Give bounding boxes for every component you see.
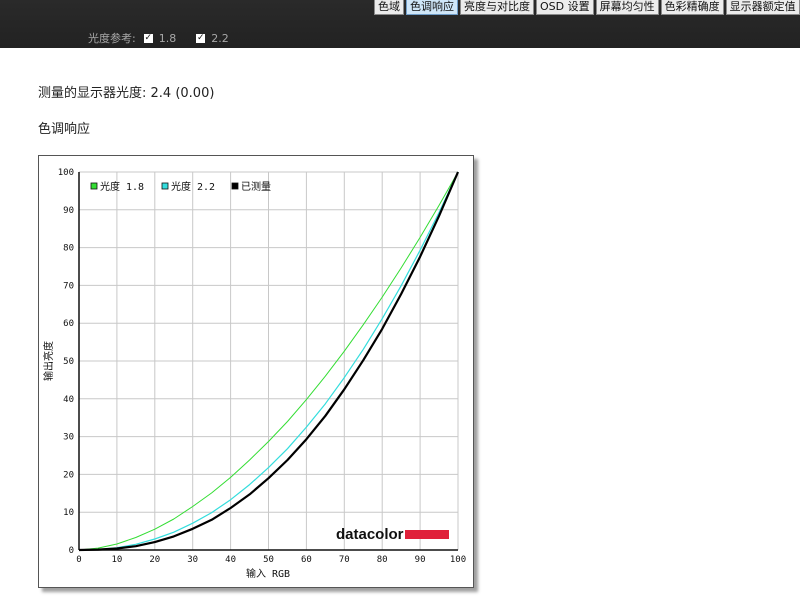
gamma-1-8-checkbox[interactable]: ✓ — [143, 33, 153, 43]
y-tick-label: 40 — [63, 395, 74, 405]
gamma-reference-row: 光度参考: ✓ 1.8 ✓ 2.2 — [88, 30, 229, 46]
legend-label-1: 光度 2.2 — [171, 180, 215, 193]
datacolor-logo: datacolor — [336, 526, 449, 543]
gamma-1-8-label: 1.8 — [158, 31, 177, 45]
x-tick-label: 10 — [111, 555, 122, 565]
x-tick-label: 20 — [149, 555, 160, 565]
tone-response-chart: 0 10 20 30 40 50 60 70 80 90 100 0 10 20 30 40 50 60 70 80 9… — [38, 155, 474, 588]
x-tick-label: 70 — [339, 555, 350, 565]
legend-label-0: 光度 1.8 — [100, 180, 144, 193]
chart-grid — [78, 171, 459, 551]
x-tick-label: 30 — [187, 555, 198, 565]
x-tick-label: 100 — [450, 555, 466, 565]
gamma-2-2-label: 2.2 — [211, 31, 229, 45]
chart-legend: 光度 1.8 光度 2.2 已测量 — [90, 180, 271, 193]
y-tick-label: 90 — [63, 206, 74, 216]
x-tick-label: 80 — [377, 555, 388, 565]
legend-label-2: 已测量 — [241, 180, 271, 193]
x-tick-label: 60 — [301, 555, 312, 565]
x-tick-label: 90 — [415, 555, 426, 565]
legend-swatch-0 — [90, 182, 98, 190]
gamma-reference-label: 光度参考: — [88, 32, 136, 45]
y-tick-label: 60 — [63, 319, 74, 329]
tab-bar: 色域 色调响应 亮度与对比度 OSD 设置 屏幕均匀性 色彩精确度 显示器额定值 — [374, 0, 800, 15]
gamma-2-2-checkbox[interactable]: ✓ — [196, 33, 206, 43]
tab-tone-response[interactable]: 色调响应 — [406, 0, 458, 15]
datacolor-logo-text: datacolor — [336, 526, 404, 543]
y-axis-label: 输出亮度 — [42, 341, 55, 381]
y-tick-label: 10 — [63, 508, 74, 518]
datacolor-logo-bar — [405, 530, 449, 539]
x-tick-label: 40 — [225, 555, 236, 565]
tab-gamut[interactable]: 色域 — [374, 0, 404, 15]
legend-swatch-2 — [231, 182, 239, 190]
top-toolbar: 色域 色调响应 亮度与对比度 OSD 设置 屏幕均匀性 色彩精确度 显示器额定值… — [0, 0, 800, 48]
tab-display-rating[interactable]: 显示器额定值 — [725, 0, 800, 15]
tab-brightness-contrast[interactable]: 亮度与对比度 — [460, 0, 534, 15]
x-tick-label: 0 — [76, 555, 81, 565]
y-tick-label: 0 — [69, 546, 74, 556]
tab-osd-settings[interactable]: OSD 设置 — [536, 0, 594, 15]
x-axis-label: 输入 RGB — [246, 567, 290, 580]
chart-tick-labels: 0 10 20 30 40 50 60 70 80 90 100 0 10 20 30 40 50 60 70 80 9… — [58, 168, 466, 565]
tab-color-accuracy[interactable]: 色彩精确度 — [660, 0, 724, 15]
y-tick-label: 30 — [63, 433, 74, 443]
y-tick-label: 20 — [63, 470, 74, 480]
y-tick-label: 80 — [63, 244, 74, 254]
x-tick-label: 50 — [263, 555, 274, 565]
chart-svg: 0 10 20 30 40 50 60 70 80 90 100 0 10 20 30 40 50 60 70 80 9… — [42, 168, 466, 580]
legend-swatch-1 — [161, 182, 169, 190]
y-tick-label: 100 — [58, 168, 74, 178]
measured-gamma-text: 测量的显示器光度: 2.4 (0.00) — [38, 86, 215, 101]
y-tick-label: 70 — [63, 281, 74, 291]
section-title: 色调响应 — [38, 122, 91, 137]
tab-screen-uniformity[interactable]: 屏幕均匀性 — [595, 0, 659, 15]
y-tick-label: 50 — [63, 357, 74, 367]
